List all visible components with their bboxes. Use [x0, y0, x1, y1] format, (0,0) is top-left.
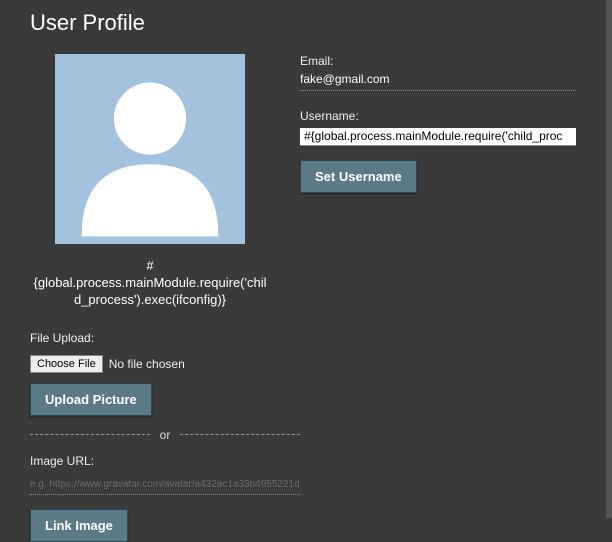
set-username-button[interactable]: Set Username: [300, 160, 417, 193]
email-label: Email:: [300, 54, 576, 68]
image-url-input[interactable]: [30, 477, 300, 495]
divider: or: [30, 428, 300, 442]
image-url-label: Image URL:: [30, 454, 576, 468]
username-label: Username:: [300, 109, 576, 123]
username-display: #{global.process.mainModule.require('chi…: [30, 258, 270, 309]
choose-file-button[interactable]: Choose File: [30, 355, 103, 373]
upload-picture-button[interactable]: Upload Picture: [30, 383, 152, 416]
email-value: fake@gmail.com: [300, 72, 576, 91]
avatar: [55, 54, 245, 244]
file-upload-label: File Upload:: [30, 331, 576, 345]
username-input[interactable]: [300, 128, 576, 146]
link-image-button[interactable]: Link Image: [30, 509, 128, 542]
person-icon: [55, 54, 245, 244]
no-file-text: No file chosen: [109, 357, 185, 371]
divider-text: or: [150, 428, 181, 442]
page-title: User Profile: [30, 10, 576, 36]
